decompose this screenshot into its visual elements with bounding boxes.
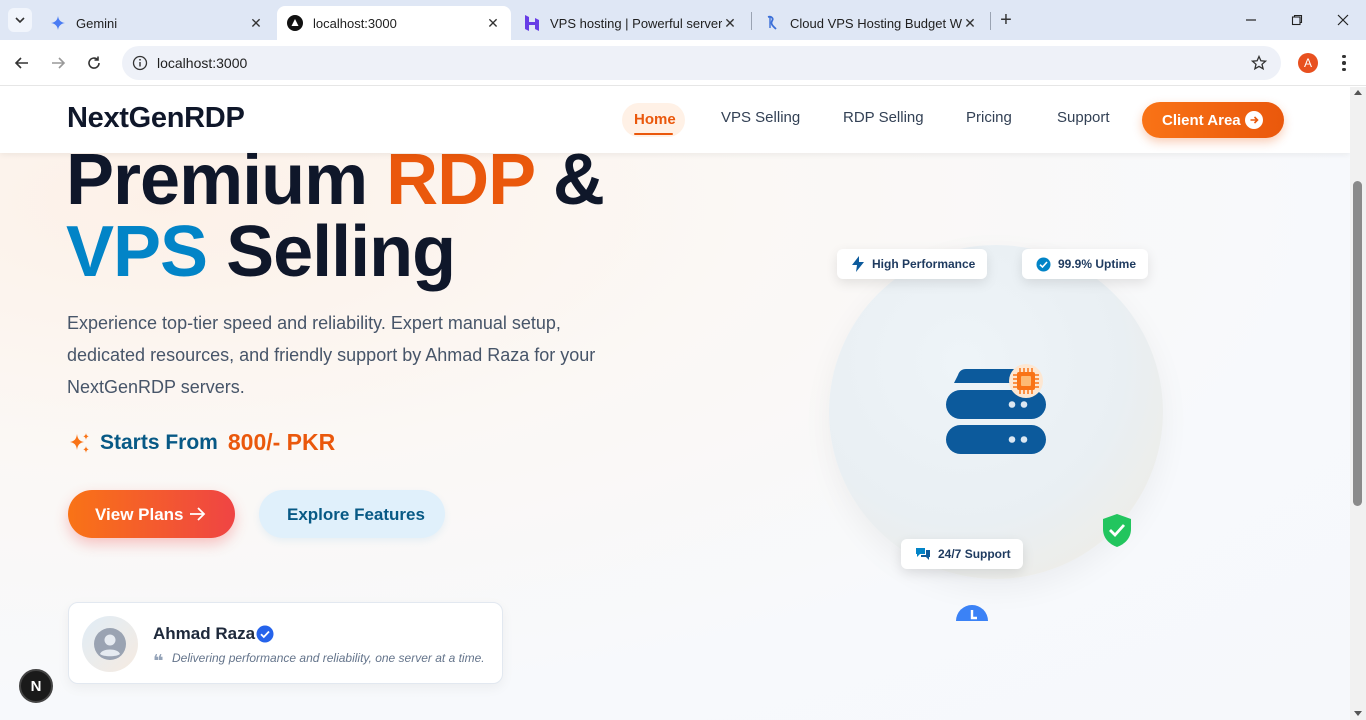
arrow-right-icon: [1245, 111, 1263, 129]
badge-label: 99.9% Uptime: [1058, 257, 1137, 271]
reload-button[interactable]: [80, 49, 108, 77]
browser-toolbar: localhost:3000: [0, 40, 1366, 86]
host-logo-icon: [764, 15, 780, 31]
hero-accent-vps: VPS: [66, 212, 208, 292]
clock-icon: [956, 605, 988, 621]
author-name: Ahmad Raza: [153, 624, 256, 643]
client-area-label: Client Area: [1162, 112, 1241, 129]
nextjs-icon: [287, 15, 303, 31]
minimize-button[interactable]: [1228, 0, 1274, 40]
minimize-icon: [1246, 19, 1256, 21]
scroll-thumb[interactable]: [1353, 181, 1362, 506]
nav-link-label: Home: [634, 111, 676, 128]
hero-description: Experience top-tier speed and reliabilit…: [67, 313, 596, 397]
badge-uptime: 99.9% Uptime: [1022, 249, 1149, 279]
more-menu-icon[interactable]: [1334, 53, 1354, 73]
view-plans-label: View Plans: [95, 505, 184, 524]
browser-tab-bar: Gemini ✕ localhost:3000 ✕ VPS hosting | …: [0, 0, 1366, 40]
explore-features-label: Explore Features: [287, 505, 425, 524]
tab-title: localhost:3000: [313, 15, 397, 31]
badge-label: 24/7 Support: [938, 547, 1011, 561]
brand-logo[interactable]: NextGenRDP: [67, 102, 245, 135]
tab-search-button[interactable]: [8, 8, 32, 32]
shield-check-icon: [1103, 514, 1131, 547]
info-icon[interactable]: [130, 53, 150, 73]
cpu-chip-icon: [1009, 364, 1043, 398]
close-icon[interactable]: ✕: [248, 15, 264, 31]
tab-separator: [990, 12, 991, 30]
address-bar[interactable]: localhost:3000: [122, 46, 1281, 80]
client-area-button[interactable]: Client Area: [1142, 102, 1284, 138]
page-scrollbar[interactable]: [1350, 87, 1366, 720]
reload-icon: [88, 56, 100, 69]
hostinger-icon: [524, 15, 540, 31]
scroll-up-arrow[interactable]: [1354, 90, 1362, 95]
tab-gemini[interactable]: Gemini ✕: [40, 6, 274, 40]
hero-text: Selling: [207, 212, 456, 292]
nav-link-support[interactable]: Support: [1057, 109, 1110, 126]
nav-link-pricing[interactable]: Pricing: [966, 109, 1012, 126]
price-value: 800/- PKR: [227, 429, 336, 455]
nextjs-dev-indicator[interactable]: N: [19, 669, 53, 703]
arrow-left-icon: [14, 57, 28, 69]
check-circle-icon: [1036, 257, 1051, 271]
profile-avatar[interactable]: A: [1298, 53, 1318, 73]
url-text: localhost:3000: [157, 55, 248, 71]
hero-title-line-2: VPS Selling: [66, 211, 456, 293]
tab-separator: [751, 12, 752, 30]
user-icon: [94, 628, 126, 660]
back-button[interactable]: [8, 49, 36, 77]
badge-support: 24/7 Support: [901, 539, 1023, 569]
arrow-right-icon: [190, 507, 206, 521]
new-tab-button[interactable]: +: [994, 8, 1018, 32]
arrow-right-icon: [52, 57, 66, 69]
explore-features-button[interactable]: Explore Features: [259, 490, 445, 538]
chevron-down-icon: [15, 17, 25, 24]
nav-link-vps-selling[interactable]: VPS Selling: [721, 109, 800, 126]
avatar: [82, 616, 138, 672]
close-icon[interactable]: ✕: [962, 15, 978, 31]
quote-icon: ❝: [153, 651, 164, 671]
tab-vps-hosting[interactable]: VPS hosting | Powerful server an ✕: [514, 6, 748, 40]
restore-button[interactable]: [1274, 0, 1320, 40]
badge-label: High Performance: [872, 257, 976, 271]
active-underline: [634, 133, 673, 135]
tab-title: VPS hosting | Powerful server an: [550, 15, 722, 31]
lightning-icon: [852, 256, 864, 272]
tab-cloud-vps[interactable]: Cloud VPS Hosting Budget Wind ✕: [754, 6, 988, 40]
nav-link-rdp-selling[interactable]: RDP Selling: [843, 109, 924, 126]
tab-title: Cloud VPS Hosting Budget Wind: [790, 15, 962, 31]
chat-bubbles-icon: [916, 548, 930, 560]
site-navbar: NextGenRDP Home VPS Selling RDP Selling …: [0, 87, 1350, 153]
tab-title: Gemini: [76, 15, 118, 31]
page-viewport: NextGenRDP Home VPS Selling RDP Selling …: [0, 87, 1350, 720]
starts-from-label: Starts From: [100, 430, 218, 454]
nav-link-home[interactable]: Home: [622, 103, 685, 137]
sparkle-icon: [70, 432, 89, 453]
starting-price: Starts From 800/- PKR: [68, 429, 335, 456]
forward-button[interactable]: [44, 49, 72, 77]
hero-illustration: [829, 245, 1163, 621]
tab-localhost[interactable]: localhost:3000 ✕: [277, 6, 511, 40]
close-icon[interactable]: ✕: [722, 15, 738, 31]
author-card: Ahmad Raza ❝ Delivering performance and …: [68, 602, 503, 684]
close-window-button[interactable]: [1320, 0, 1366, 40]
restore-icon: [1291, 14, 1303, 26]
close-icon: [1337, 14, 1349, 26]
plus-icon: +: [1000, 8, 1012, 31]
badge-high-performance: High Performance: [837, 249, 988, 279]
close-icon[interactable]: ✕: [485, 15, 501, 31]
gemini-icon: [50, 15, 66, 31]
author-quote: Delivering performance and reliability, …: [172, 651, 485, 665]
bookmark-star-icon[interactable]: [1249, 53, 1269, 73]
view-plans-button[interactable]: View Plans: [68, 490, 235, 538]
verified-badge-icon: [256, 625, 274, 643]
scroll-down-arrow[interactable]: [1354, 711, 1362, 716]
